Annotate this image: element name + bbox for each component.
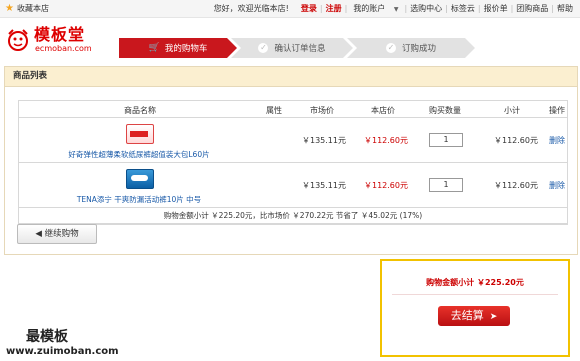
product-name-link[interactable]: TENA添宁 干爽防漏活动裤10片 中号 [19, 194, 259, 205]
col-header-action: 操作 [549, 106, 565, 115]
tag-cloud-link[interactable]: 标签云 [448, 3, 478, 14]
arrow-left-icon: ◀ [35, 229, 42, 239]
cart-table: 商品名称 属性 市场价 本店价 购买数量 小计 操作 好奇弹性超薄柔软纸尿裤超值… [18, 100, 568, 225]
site-logo[interactable]: 模板堂 ecmoban.com [6, 22, 92, 60]
step-order-success: ✓ 订购成功 [347, 38, 475, 58]
check-icon: ✓ [385, 43, 396, 53]
my-account-link[interactable]: 我的账户 ▼ [347, 3, 404, 14]
step-confirm-order: ✓ 确认订单信息 [231, 38, 353, 58]
quantity-input[interactable]: 1 [429, 133, 463, 147]
step-label: 确认订单信息 [274, 44, 326, 54]
shop-price: ￥112.60元 [364, 136, 408, 145]
product-name-link[interactable]: 好奇弹性超薄柔软纸尿裤超值装大包L60片 [19, 149, 259, 160]
chevron-down-icon: ▼ [393, 6, 399, 13]
table-header: 商品名称 属性 市场价 本店价 购买数量 小计 操作 [19, 101, 567, 118]
checkout-steps: 🛒 我的购物车 ✓ 确认订单信息 ✓ 订购成功 [119, 38, 475, 58]
panel-title: 商品列表 [5, 67, 577, 87]
shopping-center-link[interactable]: 选购中心 [407, 3, 445, 14]
col-header-subtotal: 小计 [504, 106, 520, 115]
delete-link[interactable]: 删除 [549, 180, 565, 191]
checkout-total: 购物金额小计 ￥225.20元 [426, 278, 524, 287]
login-link[interactable]: 登录 [298, 3, 320, 14]
group-buy-link[interactable]: 团购商品 [513, 3, 551, 14]
delete-link[interactable]: 删除 [549, 135, 565, 146]
favorite-link[interactable]: ★ 收藏本店 [5, 3, 49, 14]
col-header-qty: 购买数量 [429, 106, 461, 115]
shop-price: ￥112.60元 [364, 181, 408, 190]
divider [392, 294, 558, 295]
product-image[interactable] [126, 169, 154, 189]
logo-text-en: ecmoban.com [35, 44, 92, 53]
market-price: ￥135.11元 [302, 136, 346, 145]
table-row: 好奇弹性超薄柔软纸尿裤超值装大包L60片 ￥135.11元 ￥112.60元 1… [19, 118, 567, 163]
favorite-label: 收藏本店 [16, 4, 49, 13]
star-icon: ★ [5, 2, 14, 14]
watermark-url: www.zuimoban.com [6, 346, 119, 357]
product-image[interactable] [126, 124, 154, 144]
col-header-market: 市场价 [310, 106, 334, 115]
table-row: TENA添宁 干爽防漏活动裤10片 中号 ￥135.11元 ￥112.60元 1… [19, 163, 567, 208]
register-link[interactable]: 注册 [323, 3, 345, 14]
checkout-box: 购物金额小计 ￥225.20元 去结算 ➤ [380, 259, 570, 357]
welcome-text: 您好，欢迎光临本店! [213, 4, 289, 13]
market-price: ￥135.11元 [302, 181, 346, 190]
checkout-button[interactable]: 去结算 ➤ [438, 306, 510, 326]
top-links: 您好，欢迎光临本店! 登录 | 注册 | 我的账户 ▼ | 选购中心 | 标签云… [211, 3, 576, 14]
col-header-attr: 属性 [266, 106, 282, 115]
quantity-input[interactable]: 1 [429, 178, 463, 192]
arrow-right-icon: ➤ [489, 312, 498, 322]
top-bar: ★ 收藏本店 您好，欢迎光临本店! 登录 | 注册 | 我的账户 ▼ | 选购中… [0, 0, 580, 18]
continue-shopping-button[interactable]: ◀ 继续购物 [17, 224, 97, 244]
help-link[interactable]: 帮助 [554, 3, 576, 14]
subtotal: ￥112.60元 [494, 136, 538, 145]
checkout-button-label: 去结算 [450, 309, 484, 322]
step-my-cart: 🛒 我的购物车 [119, 38, 237, 58]
subtotal: ￥112.60元 [494, 181, 538, 190]
step-label: 我的购物车 [164, 44, 208, 54]
step-label: 订购成功 [401, 44, 436, 54]
quote-link[interactable]: 报价单 [481, 3, 511, 14]
watermark-title: 最模板 [26, 329, 68, 345]
col-header-name: 商品名称 [124, 106, 156, 115]
my-account-label: 我的账户 [353, 4, 386, 13]
check-icon: ✓ [258, 43, 269, 53]
mascot-logo-icon [8, 29, 28, 51]
col-header-price: 本店价 [371, 106, 395, 115]
logo-text-cn: 模板堂 [34, 25, 86, 44]
cart-summary: 购物金额小计 ￥225.20元，比市场价 ￥270.22元 节省了 ￥45.02… [19, 208, 567, 224]
cart-icon: 🛒 [148, 43, 160, 53]
continue-shopping-label: 继续购物 [44, 229, 79, 239]
